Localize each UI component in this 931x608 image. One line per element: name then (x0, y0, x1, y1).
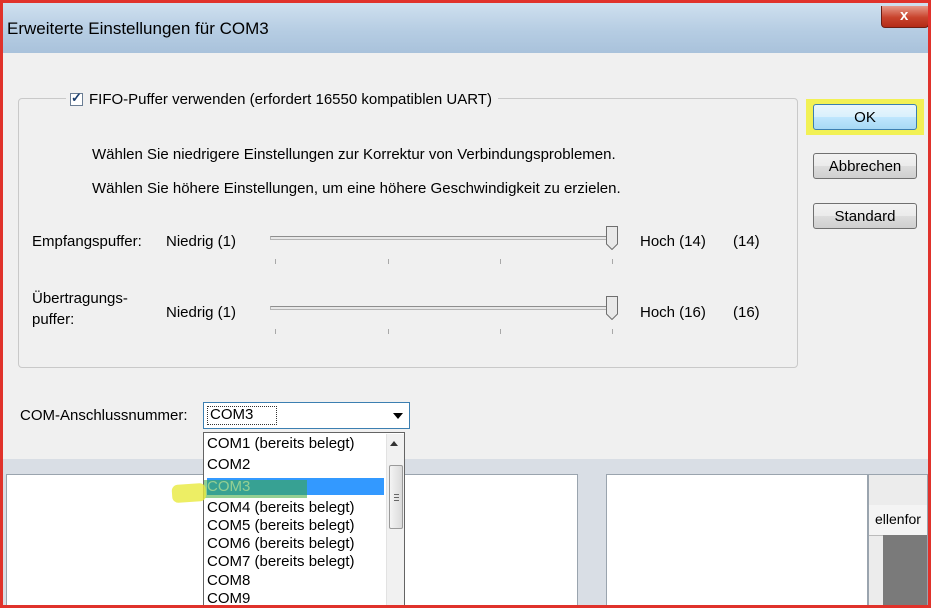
annotation-frame (0, 0, 931, 608)
